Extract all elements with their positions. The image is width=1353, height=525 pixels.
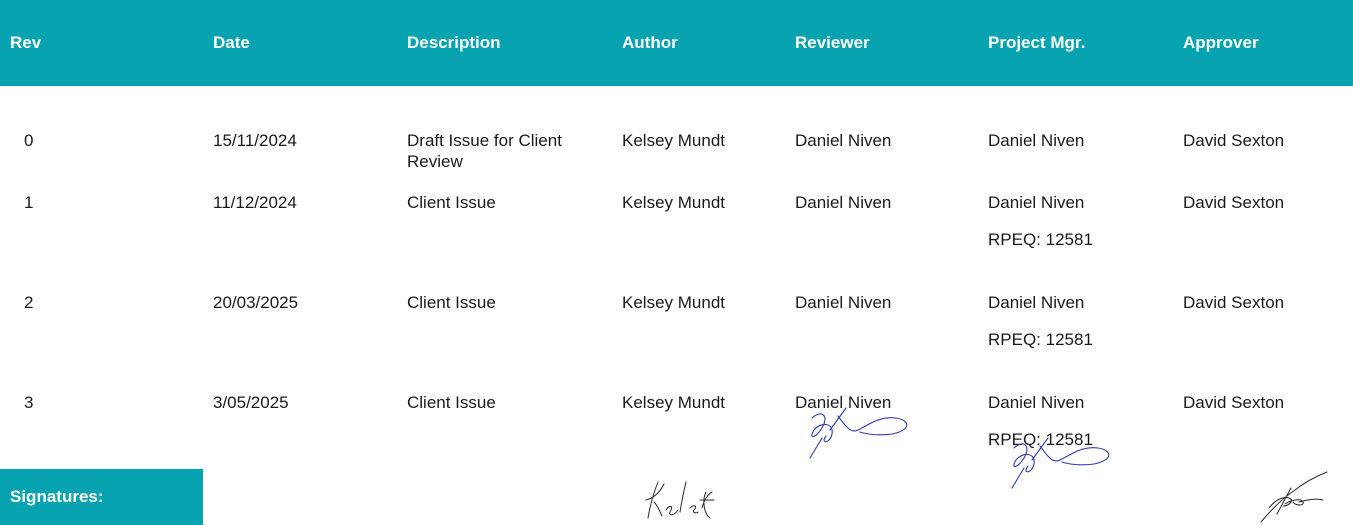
cell-author: Kelsey Mundt bbox=[622, 393, 725, 412]
cell-description: Client Issue bbox=[407, 193, 496, 212]
header-project-mgr: Project Mgr. bbox=[978, 0, 1173, 86]
cell-author: Kelsey Mundt bbox=[622, 293, 725, 312]
cell-approver: David Sexton bbox=[1183, 193, 1285, 212]
cell-description: Client Issue bbox=[407, 393, 496, 412]
cell-date: 11/12/2024 bbox=[213, 193, 297, 212]
cell-project-mgr: Daniel Niven bbox=[988, 131, 1085, 150]
table-header-row: Rev Date Description Author Reviewer Pro… bbox=[0, 0, 1353, 86]
cell-rev: 3 bbox=[24, 393, 34, 412]
cell-description: Client Issue bbox=[407, 293, 496, 312]
cell-project-mgr-rpeq: RPEQ: 12581 bbox=[988, 330, 1093, 349]
cell-approver: David Sexton bbox=[1183, 293, 1285, 312]
header-approver: Approver bbox=[1173, 0, 1353, 86]
author-signature-image bbox=[645, 481, 715, 519]
cell-description: Draft Issue for Client Review bbox=[407, 131, 562, 171]
cell-author: Kelsey Mundt bbox=[622, 131, 725, 150]
header-date: Date bbox=[203, 0, 397, 86]
cell-project-mgr: Daniel Niven bbox=[988, 393, 1085, 412]
cell-date: 15/11/2024 bbox=[213, 131, 297, 150]
cell-date: 3/05/2025 bbox=[213, 393, 289, 412]
cell-approver: David Sexton bbox=[1183, 131, 1285, 150]
cell-project-mgr-rpeq: RPEQ: 12581 bbox=[988, 230, 1093, 249]
header-author: Author bbox=[612, 0, 785, 86]
cell-approver: David Sexton bbox=[1183, 393, 1285, 412]
approver-signature-image bbox=[1260, 471, 1328, 523]
header-description: Description bbox=[397, 0, 612, 86]
reviewer-signature-image bbox=[809, 407, 908, 459]
signatures-label: Signatures: bbox=[0, 469, 203, 525]
cell-project-mgr: Daniel Niven bbox=[988, 193, 1085, 212]
cell-reviewer: Daniel Niven bbox=[795, 293, 892, 312]
cell-rev: 1 bbox=[24, 193, 34, 212]
header-rev: Rev bbox=[0, 0, 203, 86]
cell-reviewer: Daniel Niven bbox=[795, 131, 892, 150]
cell-author: Kelsey Mundt bbox=[622, 193, 725, 212]
cell-rev: 2 bbox=[24, 293, 34, 312]
cell-rev: 0 bbox=[24, 131, 34, 150]
project-mgr-signature-image bbox=[1011, 437, 1110, 489]
cell-project-mgr: Daniel Niven bbox=[988, 293, 1085, 312]
cell-reviewer: Daniel Niven bbox=[795, 193, 892, 212]
cell-date: 20/03/2025 bbox=[213, 293, 299, 312]
header-reviewer: Reviewer bbox=[785, 0, 978, 86]
